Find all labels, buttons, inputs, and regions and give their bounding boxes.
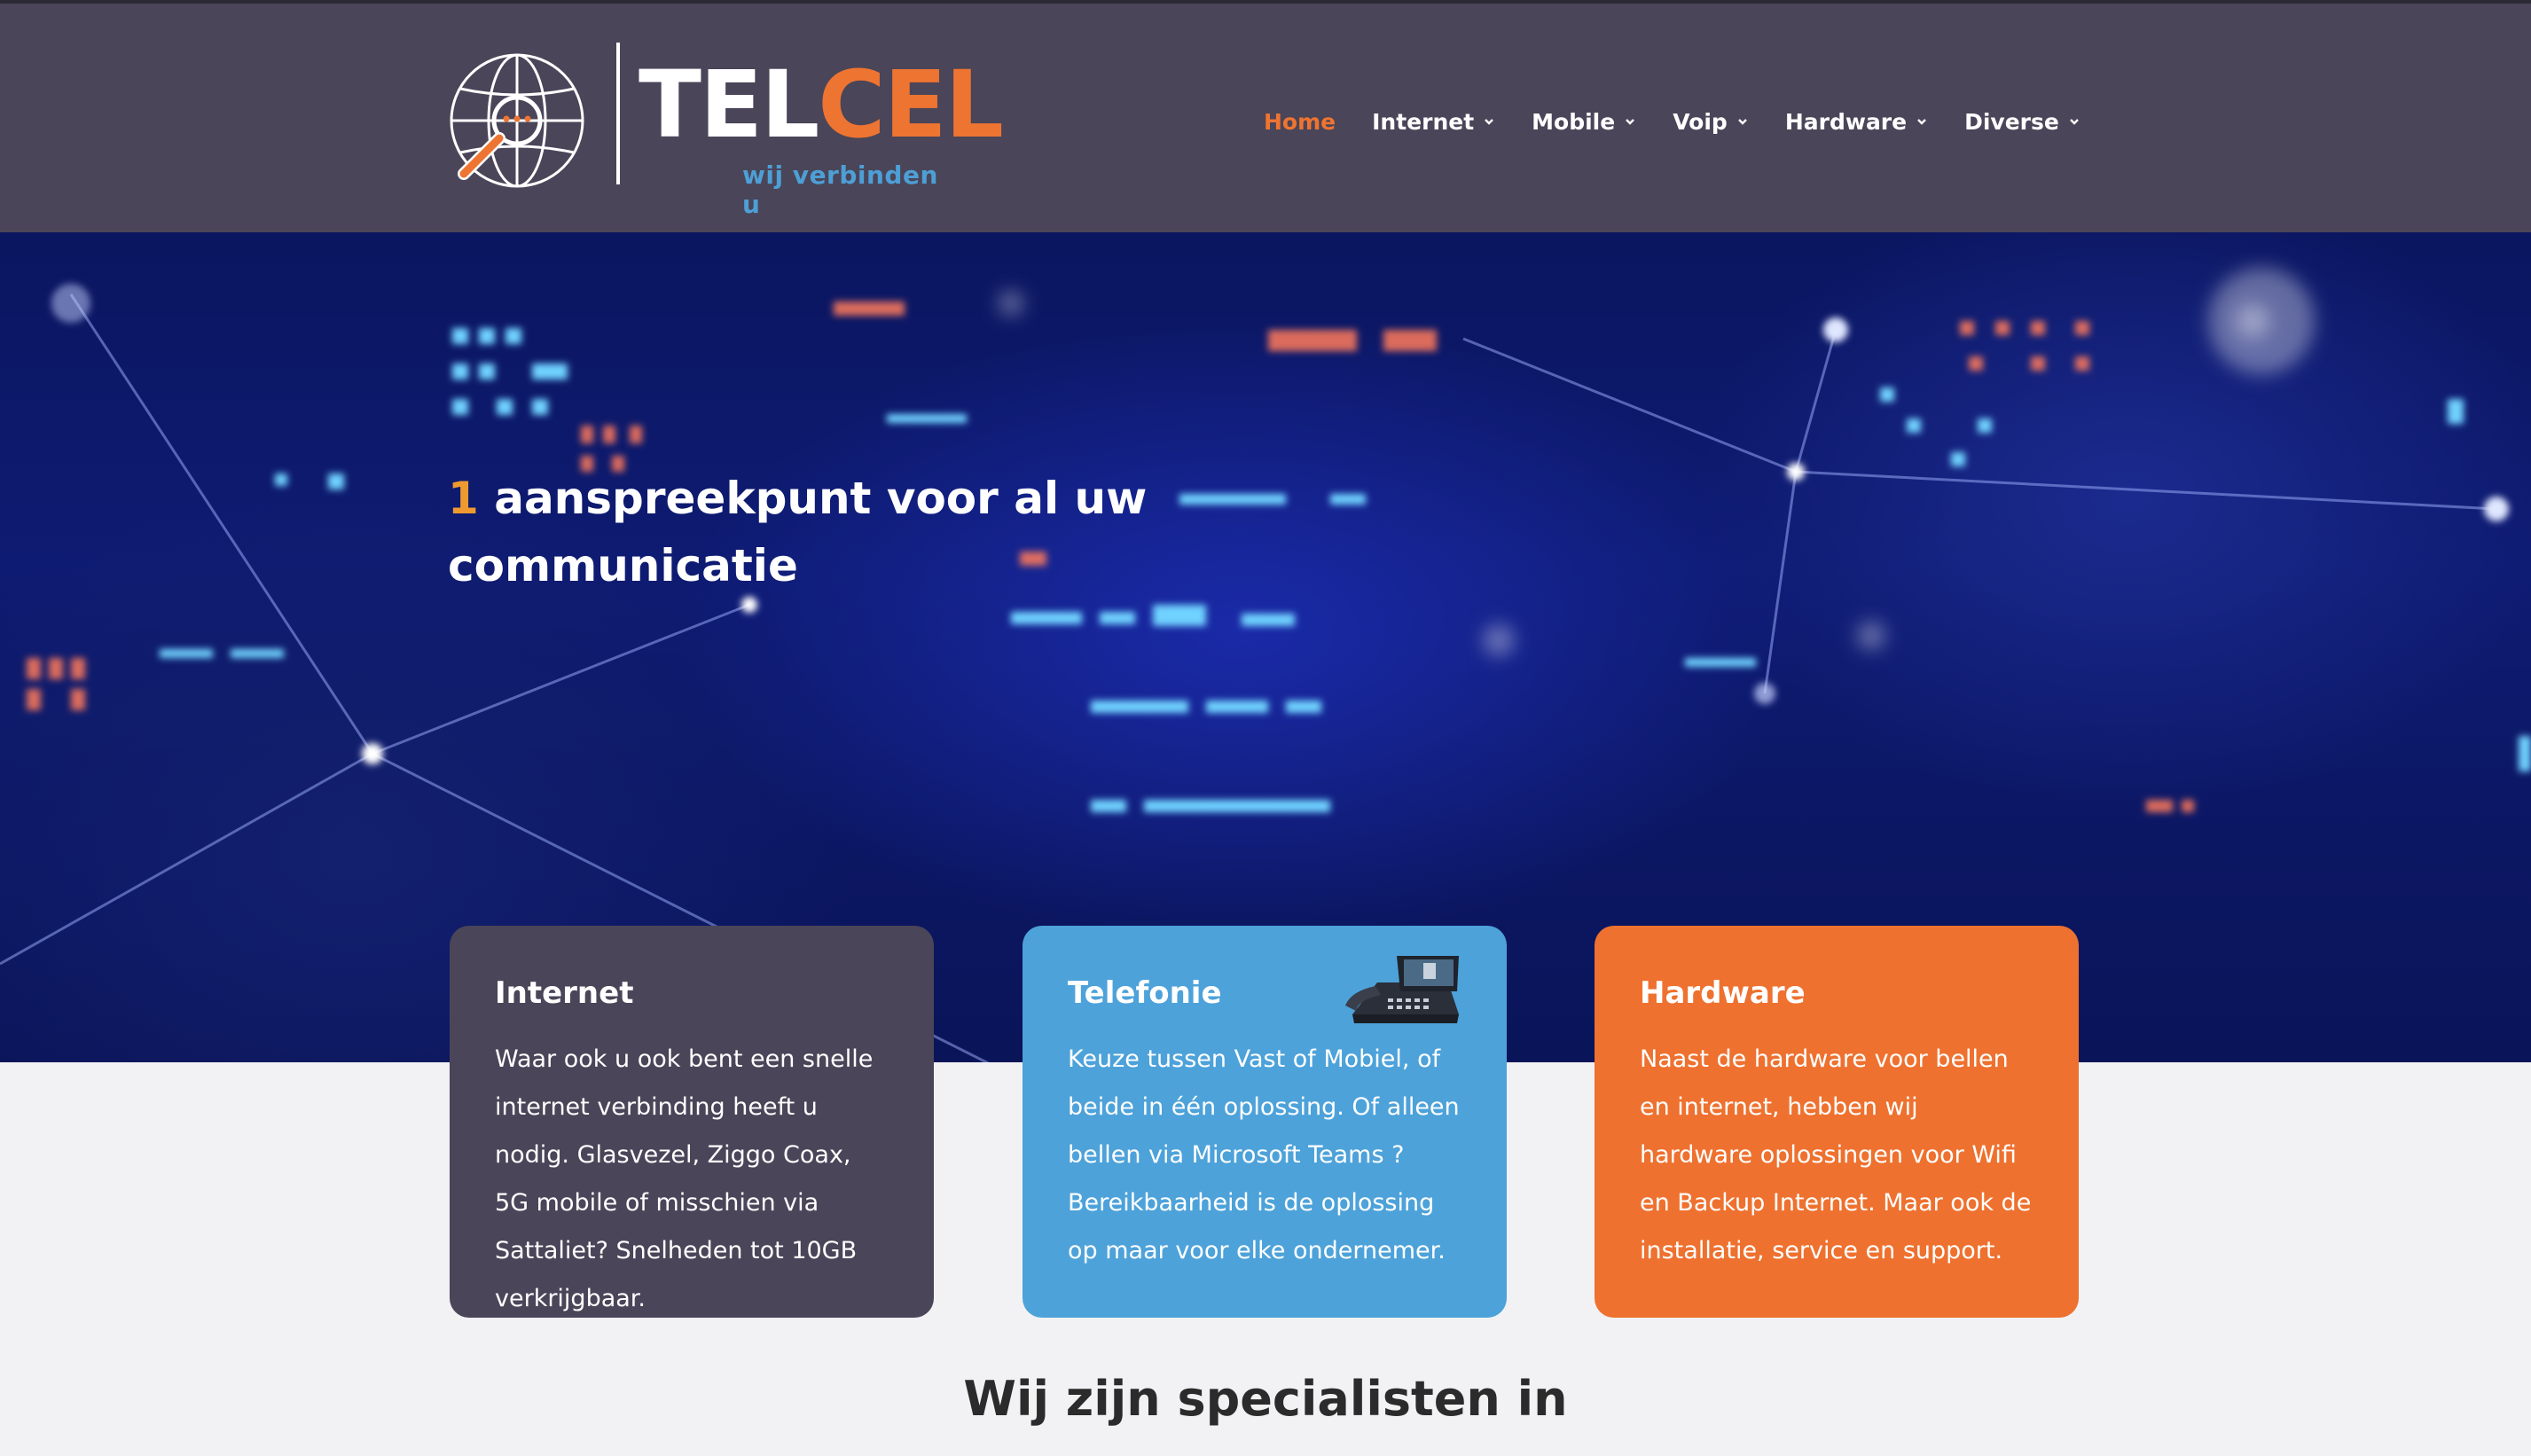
- logo-divider: [616, 43, 620, 184]
- nav-item-label: Hardware: [1784, 108, 1908, 135]
- section-title: Wij zijn specialisten in: [963, 1371, 1568, 1427]
- main-nav: Home Internet Mobile Voip Hardware Diver…: [1264, 104, 2117, 139]
- logo-word-cel: CEL: [818, 51, 1004, 159]
- card-title: Hardware: [1640, 975, 1806, 1011]
- card-title: Internet: [495, 975, 634, 1011]
- chevron-down-icon: [1485, 119, 1494, 125]
- nav-item-label: Home: [1264, 108, 1336, 135]
- nav-item-mobile[interactable]: Mobile: [1532, 109, 1636, 135]
- chevron-down-icon: [2070, 119, 2079, 125]
- nav-item-label: Internet: [1372, 108, 1475, 135]
- desk-phone-icon: [1345, 956, 1459, 1023]
- logo-wordmark: TELCEL: [639, 59, 1004, 151]
- chevron-down-icon: [1626, 119, 1635, 125]
- card-telefonie[interactable]: Telefonie Keuze tussen Vast of Mobiel, o…: [1023, 926, 1507, 1318]
- nav-item-label: Diverse: [1964, 108, 2059, 135]
- nav-item-label: Mobile: [1532, 108, 1616, 135]
- site-header: TELCEL wij verbinden u Home Internet Mob…: [0, 4, 2531, 232]
- card-text: Keuze tussen Vast of Mobiel, of beide in…: [1068, 1045, 1460, 1264]
- card-text: Naast de hardware voor bellen en interne…: [1640, 1045, 2032, 1264]
- nav-item-diverse[interactable]: Diverse: [1964, 109, 2080, 135]
- globe-magnifier-icon: [450, 53, 584, 188]
- hero-title-accent: 1: [448, 473, 479, 524]
- card-hardware[interactable]: Hardware Naast de hardware voor bellen e…: [1595, 926, 2079, 1318]
- hero-title-text: aanspreekpunt voor al uw communicatie: [448, 473, 1148, 591]
- nav-item-voip[interactable]: Voip: [1673, 109, 1749, 135]
- logo-word-tel: TEL: [639, 51, 819, 159]
- nav-item-internet[interactable]: Internet: [1372, 109, 1495, 135]
- logo-tagline: wij verbinden u: [742, 160, 938, 219]
- card-internet[interactable]: Internet Waar ook u ook bent een snelle …: [450, 926, 934, 1318]
- card-text: Waar ook u ook bent een snelle internet …: [495, 1045, 874, 1312]
- nav-item-home[interactable]: Home: [1264, 109, 1336, 135]
- telcel-logo[interactable]: TELCEL wij verbinden u: [448, 39, 1004, 219]
- nav-item-label: Voip: [1673, 108, 1728, 135]
- chevron-down-icon: [1737, 119, 1747, 125]
- hero-title: 1 aanspreekpunt voor al uw communicatie: [448, 465, 1246, 599]
- chevron-down-icon: [1917, 119, 1926, 125]
- nav-item-hardware[interactable]: Hardware: [1785, 109, 1928, 135]
